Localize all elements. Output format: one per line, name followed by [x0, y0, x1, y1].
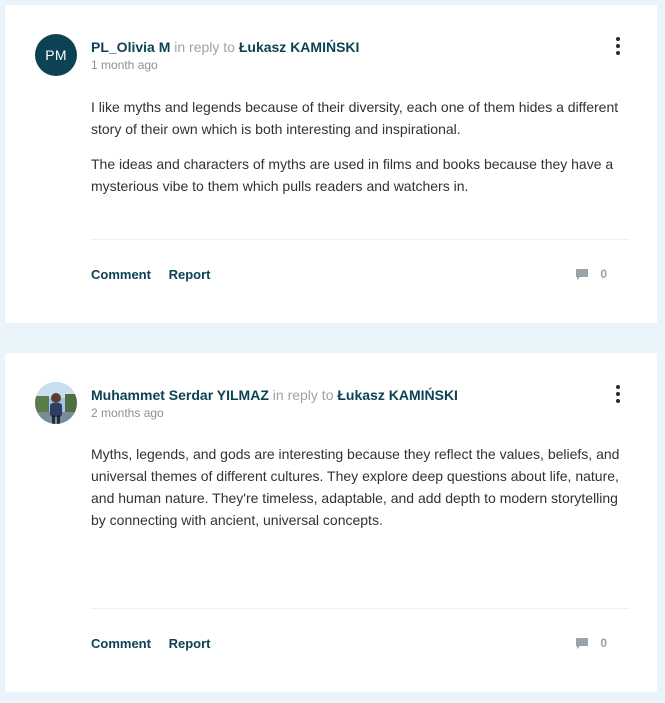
comment-paragraph: The ideas and characters of myths are us… [91, 156, 614, 194]
reply-count-value: 0 [600, 267, 607, 281]
comment-paragraph: Myths, legends, and gods are interesting… [91, 446, 620, 528]
comment-card: PM PL_Olivia M in reply to Łukasz KAMIŃS… [5, 5, 657, 323]
author-name[interactable]: Muhammet Serdar YILMAZ [91, 387, 269, 403]
comment-button[interactable]: Comment [91, 267, 151, 282]
reply-target-name[interactable]: Łukasz KAMIŃSKI [239, 39, 360, 55]
comment-header: PL_Olivia M in reply to Łukasz KAMIŃSKI [91, 38, 607, 56]
comment-body: Myths, legends, and gods are interesting… [91, 443, 631, 544]
kebab-menu-icon[interactable] [613, 37, 623, 55]
author-name[interactable]: PL_Olivia M [91, 39, 170, 55]
user-photo-icon [35, 382, 77, 424]
avatar[interactable]: PM [35, 34, 77, 76]
in-reply-to-label: in reply to [272, 387, 334, 403]
in-reply-to-label: in reply to [174, 39, 235, 55]
reply-target-name[interactable]: Łukasz KAMIŃSKI [337, 387, 458, 403]
comment-button[interactable]: Comment [91, 636, 151, 651]
reply-count[interactable]: 0 [576, 636, 607, 650]
avatar[interactable] [35, 382, 77, 424]
comment-header: Muhammet Serdar YILMAZ in reply to Łukas… [91, 386, 607, 404]
divider [91, 608, 629, 609]
speech-bubble-icon [576, 637, 589, 649]
comment-timestamp: 1 month ago [91, 58, 158, 72]
report-button[interactable]: Report [169, 636, 211, 651]
kebab-menu-icon[interactable] [613, 385, 623, 403]
comment-timestamp: 2 months ago [91, 406, 164, 420]
reply-count-value: 0 [600, 636, 607, 650]
reply-count[interactable]: 0 [576, 267, 607, 281]
speech-bubble-icon [576, 268, 589, 280]
comment-body: I like myths and legends because of thei… [91, 96, 631, 210]
divider [91, 239, 629, 240]
avatar-initials: PM [45, 47, 67, 63]
comment-actions: Comment Report [91, 636, 224, 651]
comment-paragraph: I like myths and legends because of thei… [91, 99, 619, 137]
comment-card: Muhammet Serdar YILMAZ in reply to Łukas… [5, 353, 657, 692]
comment-actions: Comment Report [91, 267, 224, 282]
report-button[interactable]: Report [169, 267, 211, 282]
